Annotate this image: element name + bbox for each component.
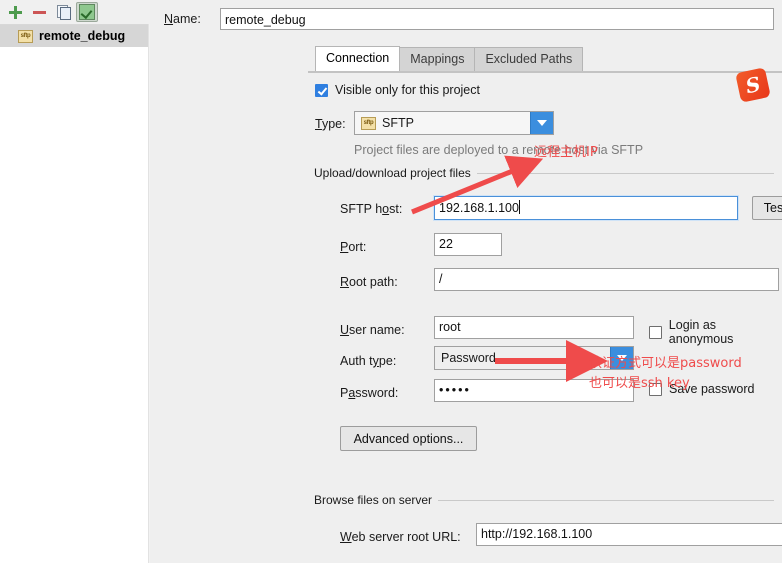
annotation-remote-host-ip: 远程主机IP	[534, 145, 598, 160]
annotation-auth-password: 认证方式可以是password	[589, 356, 742, 371]
annotation-arrows	[411, 155, 608, 382]
annotation-auth-sshkey: 也可以是ssh key	[589, 376, 690, 391]
browse-group-title: Browse files on server	[314, 493, 439, 507]
upload-group-title: Upload/download project files	[314, 166, 477, 180]
